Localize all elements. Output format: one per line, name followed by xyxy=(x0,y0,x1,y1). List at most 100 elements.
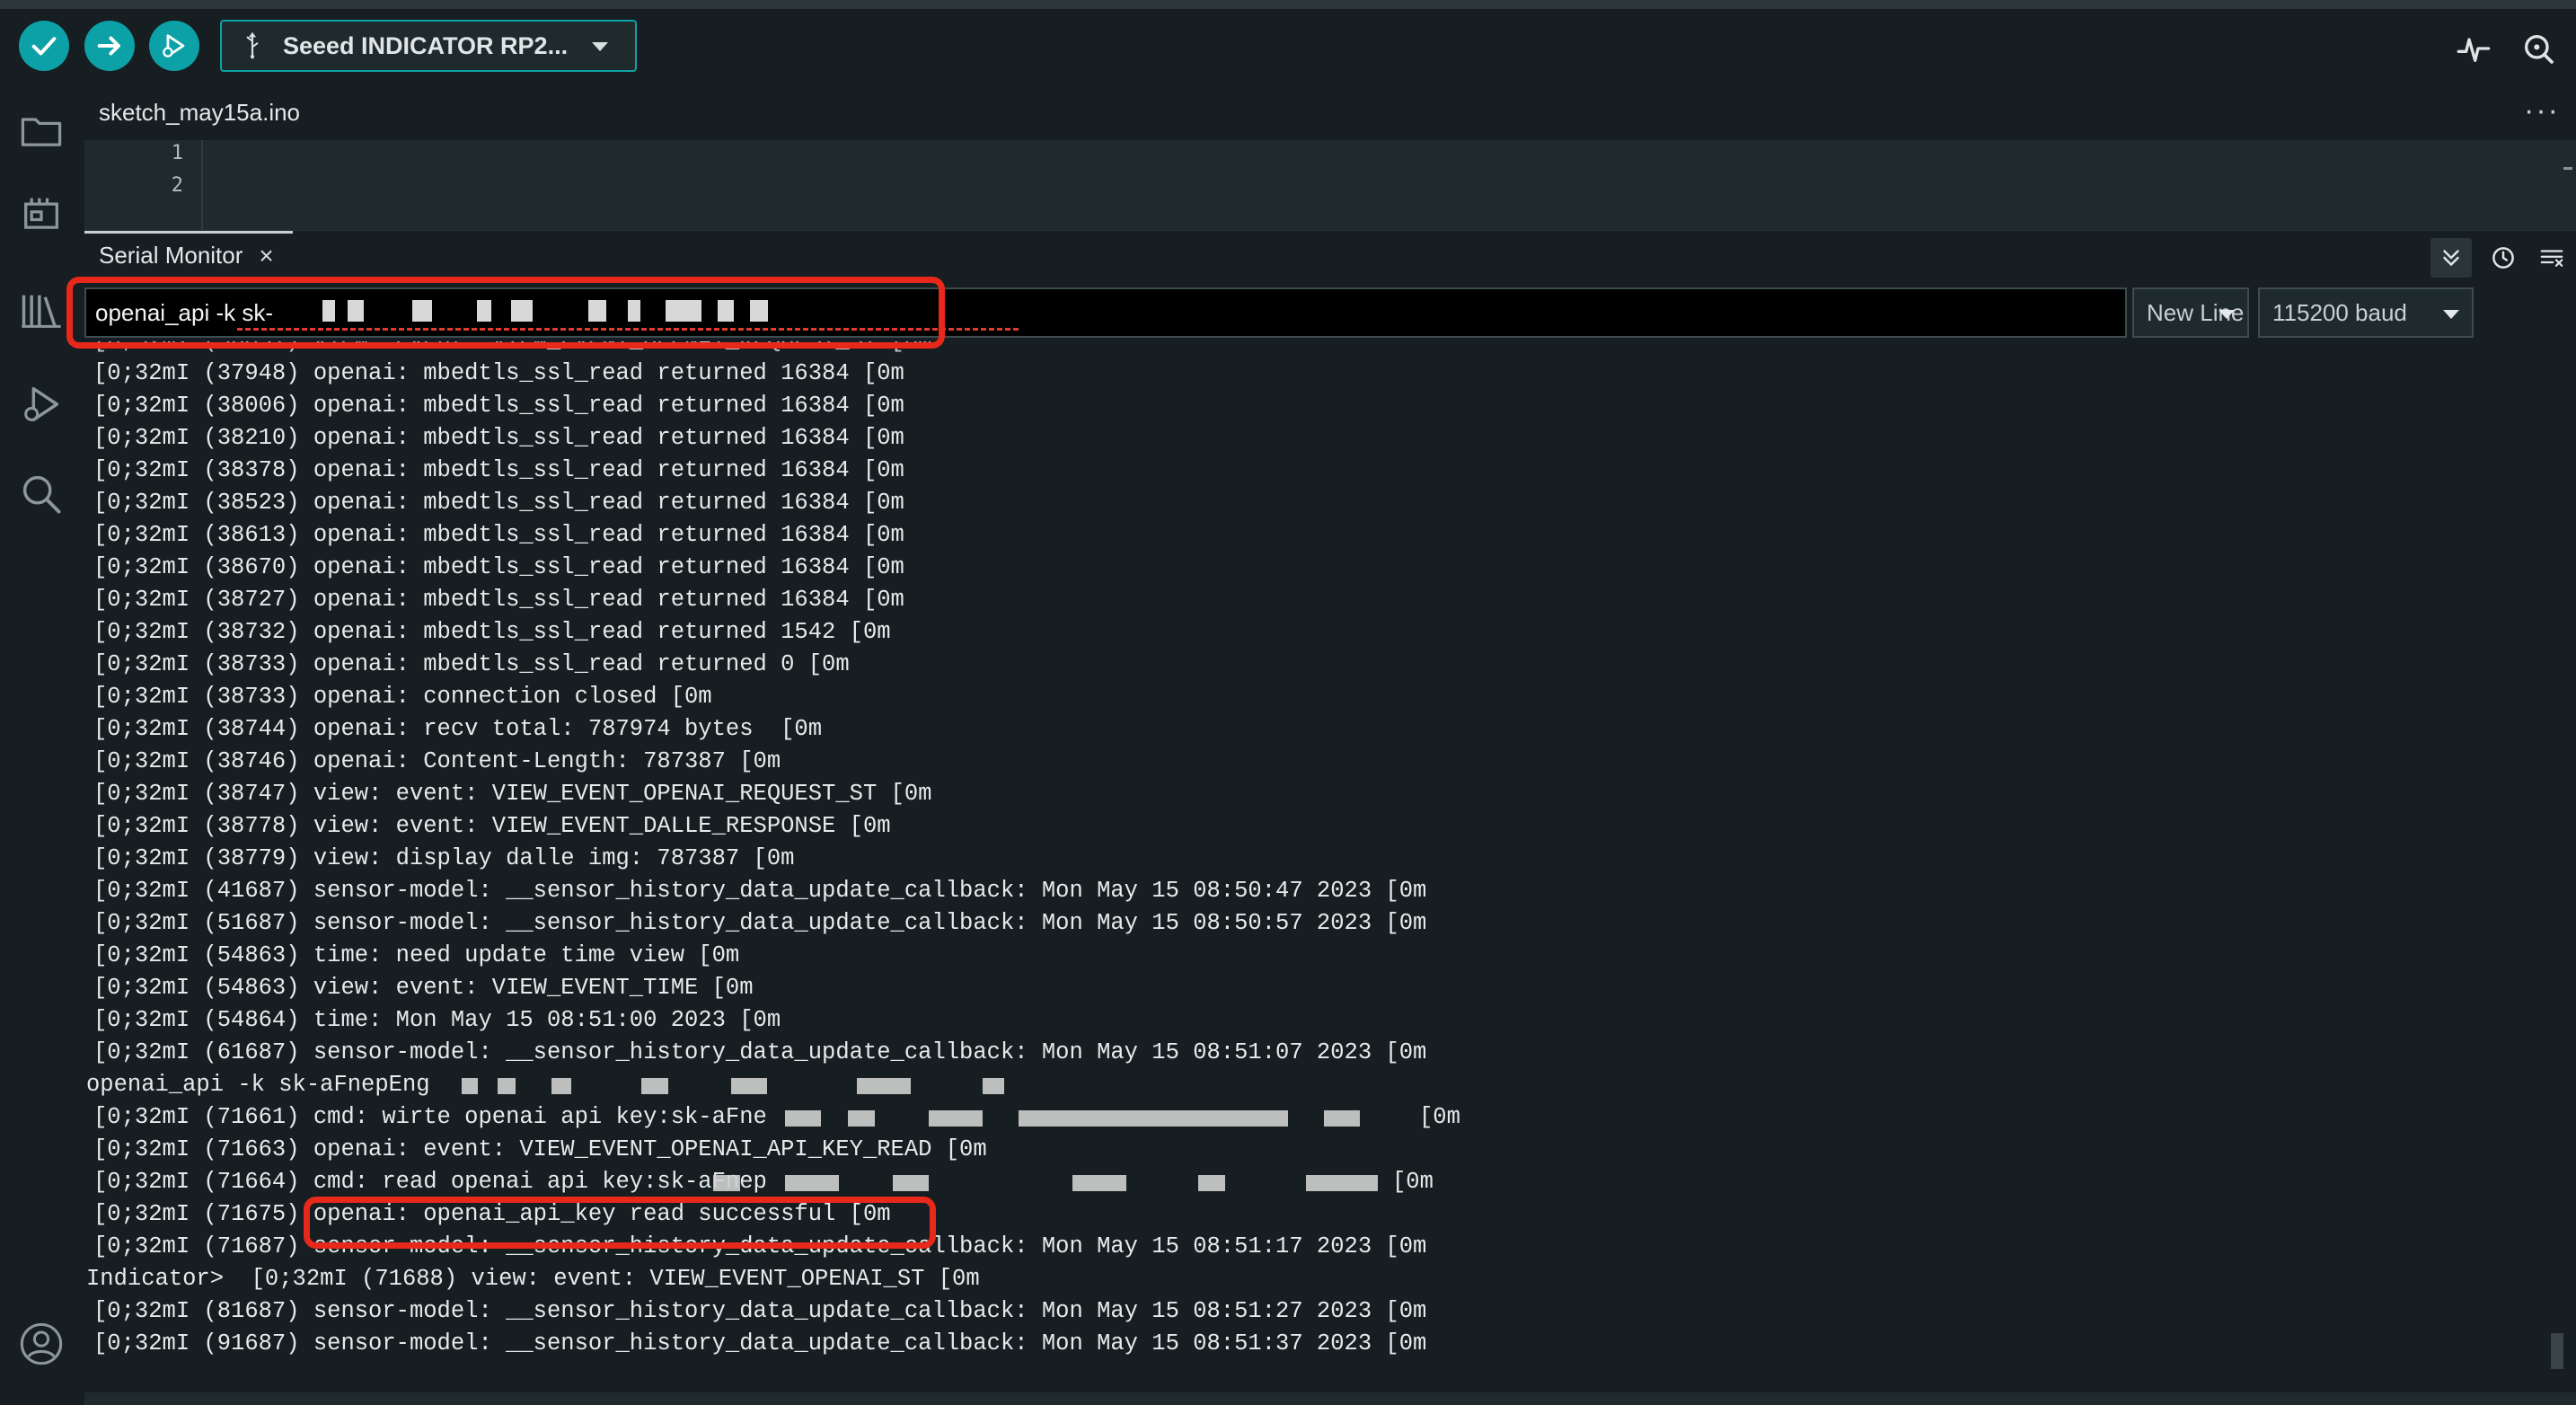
chevron-down-icon xyxy=(2219,310,2235,319)
redacted-key-blur xyxy=(242,300,1014,327)
spellcheck-underline xyxy=(237,328,1019,331)
redaction-blur xyxy=(1324,1110,1360,1127)
serial-log-line: [0;32mI (54864) time: Mon May 15 08:51:0… xyxy=(93,1007,781,1033)
board-label: Seeed INDICATOR RP2... xyxy=(283,31,569,59)
serial-log-line: [0;32mI (81687) sensor-model: __sensor_h… xyxy=(93,1298,1427,1324)
line-ending-select[interactable]: New Line xyxy=(2132,287,2249,338)
serial-log-line: [0;32mI (38744) openai: recv total: 7879… xyxy=(93,716,823,742)
serial-output[interactable]: [0;32mI (36831) view: event: VIEW_EVENT_… xyxy=(84,341,2563,1392)
folder-icon xyxy=(21,118,62,146)
serial-log-line: [0;32mI (38732) openai: mbedtls_ssl_read… xyxy=(93,619,891,645)
toolbar: Seeed INDICATOR RP2... xyxy=(0,9,2576,84)
code-editor[interactable]: 1 2 xyxy=(84,140,2576,230)
debug-icon xyxy=(24,386,59,422)
serial-log-line-tail: [0m xyxy=(1392,1169,1434,1195)
redaction-blur xyxy=(641,1078,668,1094)
baud-rate-value: 115200 baud xyxy=(2272,298,2407,326)
serial-log-line: [0;32mI (38006) openai: mbedtls_ssl_read… xyxy=(93,393,904,419)
serial-log-line: [0;32mI (38746) openai: Content-Length: … xyxy=(93,748,781,774)
sidebar-item-boards[interactable] xyxy=(18,190,65,237)
check-icon xyxy=(31,37,57,56)
sidebar-item-account[interactable] xyxy=(18,1321,65,1367)
sidebar xyxy=(0,84,84,1405)
more-options-icon[interactable]: ··· xyxy=(2524,93,2560,128)
redaction-blur xyxy=(848,1110,875,1127)
search-icon xyxy=(22,475,61,514)
serial-log-line: [0;32mI (38670) openai: mbedtls_ssl_read… xyxy=(93,554,904,580)
board-selector[interactable]: Seeed INDICATOR RP2... xyxy=(220,20,637,72)
redaction-blur xyxy=(731,1078,767,1094)
chevron-down-icon xyxy=(2443,310,2459,319)
redaction-blur xyxy=(893,1175,929,1191)
status-strip xyxy=(84,1392,2576,1405)
editor-scrollbar[interactable] xyxy=(2563,167,2572,170)
timestamp-button[interactable] xyxy=(2483,238,2524,278)
serial-log-line: [0;32mI (71664) cmd: read openai api key… xyxy=(93,1169,767,1195)
usb-icon xyxy=(246,31,259,59)
serial-log-line: [0;32mI (38613) openai: mbedtls_ssl_read… xyxy=(93,522,904,548)
tab-sketch-file[interactable]: sketch_may15a.ino xyxy=(84,84,315,140)
serial-log-line: [0;32mI (51687) sensor-model: __sensor_h… xyxy=(93,910,1427,936)
bottom-panel-bar: Serial Monitor × xyxy=(84,230,2576,280)
serial-log-line: openai_api -k sk-aFnepEng xyxy=(86,1072,430,1098)
clear-output-button[interactable] xyxy=(2531,238,2572,278)
serial-log-line: [0;32mI (91687) sensor-model: __sensor_h… xyxy=(93,1330,1427,1356)
serial-log-line: [0;32mI (38747) view: event: VIEW_EVENT_… xyxy=(93,781,932,807)
serial-log-line: [0;32mI (38523) openai: mbedtls_ssl_read… xyxy=(93,490,904,516)
redaction-blur xyxy=(1019,1110,1288,1127)
serial-log-line-tail: [0m xyxy=(1419,1104,1460,1130)
debug-button[interactable] xyxy=(149,21,199,71)
tab-label: Serial Monitor xyxy=(99,242,243,269)
serial-log-line: [0;32mI (54863) time: need update time v… xyxy=(93,942,740,968)
redaction-blur xyxy=(785,1110,821,1127)
chevron-down-icon xyxy=(592,42,608,51)
serial-log-line: [0;32mI (38733) openai: connection close… xyxy=(93,684,712,710)
serial-log-line: [0;32mI (54863) view: event: VIEW_EVENT_… xyxy=(93,975,754,1001)
serial-monitor-icon[interactable] xyxy=(2520,31,2556,66)
serial-log-line: [0;32mI (37948) openai: mbedtls_ssl_read… xyxy=(93,360,904,386)
serial-input-row: New Line 115200 baud xyxy=(84,286,2576,340)
line-gutter: 1 2 xyxy=(84,140,201,230)
autoscroll-button[interactable] xyxy=(2430,238,2472,278)
debug-icon xyxy=(163,34,185,57)
serial-log-line: [0;32mI (71661) cmd: wirte openai api ke… xyxy=(93,1104,767,1130)
serial-log-line: [0;32mI (38210) openai: mbedtls_ssl_read… xyxy=(93,425,904,451)
redaction-blur xyxy=(462,1078,478,1094)
redaction-blur xyxy=(1072,1175,1126,1191)
serial-log-line: [0;32mI (38733) openai: mbedtls_ssl_read… xyxy=(93,651,850,677)
library-icon xyxy=(22,295,61,328)
baud-rate-select[interactable]: 115200 baud xyxy=(2258,287,2474,338)
redaction-blur xyxy=(983,1078,1004,1094)
chevron-double-down-icon xyxy=(2443,250,2459,266)
redaction-blur xyxy=(498,1078,516,1094)
redaction-blur xyxy=(551,1078,571,1094)
sidebar-item-library[interactable] xyxy=(18,287,65,334)
tab-serial-monitor[interactable]: Serial Monitor × xyxy=(99,242,274,270)
verify-button[interactable] xyxy=(19,21,69,71)
active-tab-indicator xyxy=(84,231,293,234)
redaction-blur xyxy=(929,1110,983,1127)
sidebar-item-debug[interactable] xyxy=(18,381,65,428)
serial-log-line: [0;32mI (41687) sensor-model: __sensor_h… xyxy=(93,878,1427,904)
board-manager-icon xyxy=(24,198,58,229)
redaction-blur xyxy=(785,1175,839,1191)
account-icon xyxy=(20,1322,63,1365)
gutter-divider xyxy=(201,140,203,230)
redaction-blur xyxy=(857,1078,911,1094)
upload-button[interactable] xyxy=(84,21,135,71)
sidebar-item-sketchbook[interactable] xyxy=(18,108,65,155)
redaction-blur xyxy=(1198,1175,1225,1191)
serial-log-line: [0;32mI (36831) view: event: VIEW_EVENT_… xyxy=(93,341,931,358)
editor-tabbar: sketch_may15a.ino ··· xyxy=(84,84,2576,140)
arduino-ide-window: Seeed INDICATOR RP2... sketch_may15a.ino… xyxy=(0,0,2576,1405)
serial-log-line: [0;32mI (38727) openai: mbedtls_ssl_read… xyxy=(93,587,904,613)
serial-log-line: [0;32mI (61687) sensor-model: __sensor_h… xyxy=(93,1039,1427,1065)
close-icon[interactable]: × xyxy=(259,243,273,269)
sidebar-item-search[interactable] xyxy=(18,471,65,517)
output-scrollbar-thumb[interactable] xyxy=(2551,1333,2563,1369)
redaction-blur xyxy=(1306,1175,1378,1191)
line-number: 2 xyxy=(171,174,183,197)
pulse-icon[interactable] xyxy=(2456,31,2492,66)
redaction-blur xyxy=(713,1175,740,1191)
serial-log-line: Indicator> [0;32mI (71688) view: event: … xyxy=(86,1266,980,1292)
